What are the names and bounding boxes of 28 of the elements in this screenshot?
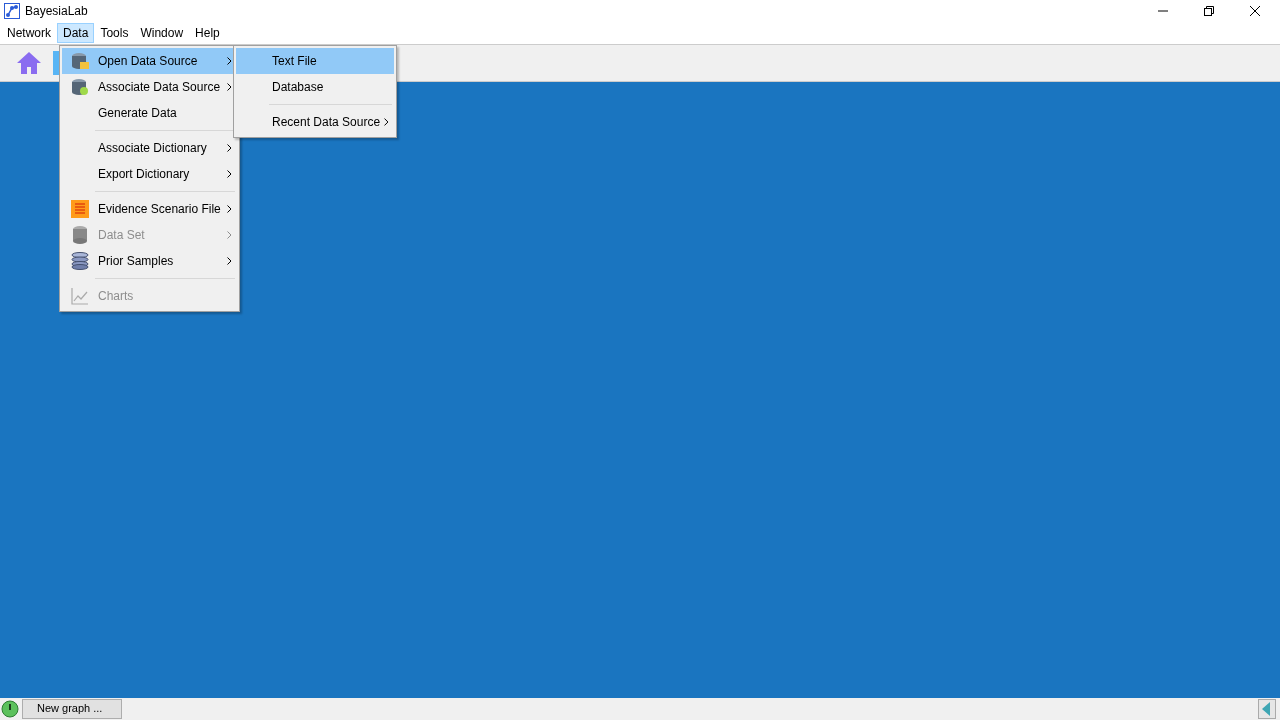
- menu-item[interactable]: Database: [236, 74, 394, 100]
- clock-icon: [1, 700, 19, 718]
- database-folder-icon: [71, 52, 89, 70]
- close-icon[interactable]: [1249, 5, 1261, 17]
- menu-item[interactable]: Prior Samples: [62, 248, 237, 274]
- list-icon: [71, 200, 89, 218]
- menu-item[interactable]: Evidence Scenario File: [62, 196, 237, 222]
- menu-item[interactable]: Generate Data: [62, 100, 237, 126]
- database-icon: [71, 252, 89, 270]
- menu-item[interactable]: Data: [57, 23, 95, 43]
- window-title: BayesiaLab: [25, 4, 88, 18]
- status-task: New graph ...: [22, 699, 122, 719]
- menu-item[interactable]: Window: [134, 23, 190, 43]
- menu-item[interactable]: Tools: [94, 23, 135, 43]
- restore-icon[interactable]: [1203, 5, 1215, 17]
- menu-item[interactable]: Network: [1, 23, 57, 43]
- collapse-icon[interactable]: [1258, 699, 1276, 719]
- menu-item[interactable]: Recent Data Source: [236, 109, 394, 135]
- home-icon[interactable]: [16, 51, 42, 75]
- database-plus-icon: [71, 78, 89, 96]
- menu-item[interactable]: Associate Data Source: [62, 74, 237, 100]
- menu-item[interactable]: Associate Dictionary: [62, 135, 237, 161]
- menu-item[interactable]: Export Dictionary: [62, 161, 237, 187]
- app-logo-icon: [4, 3, 20, 19]
- line-chart-icon: [71, 287, 89, 305]
- database-icon: [72, 226, 88, 244]
- menu-item[interactable]: Text File: [236, 48, 394, 74]
- menu-item[interactable]: Help: [189, 23, 226, 43]
